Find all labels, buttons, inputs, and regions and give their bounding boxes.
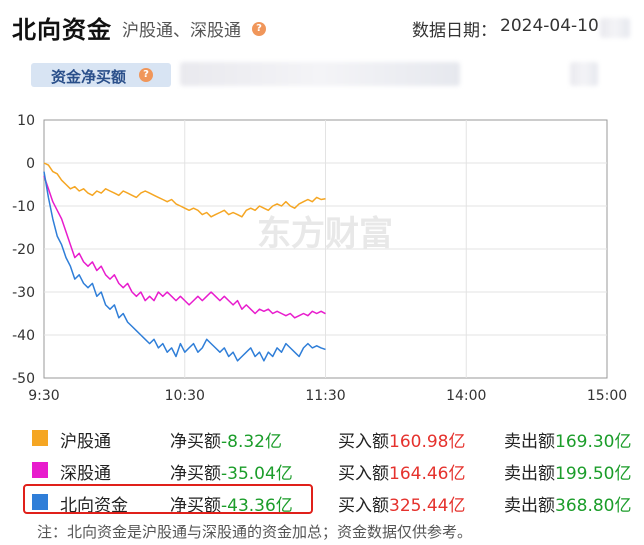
tab-net-buy[interactable]: 资金净买额 ? — [31, 63, 171, 87]
y-tick-label: -30 — [12, 285, 35, 301]
date-value: 2024-04-10 — [500, 16, 599, 36]
sell-label-text: 卖出额 — [504, 496, 555, 516]
sell-label: 卖出额368.80亿 — [504, 491, 631, 516]
net-label-text: 净买额 — [170, 464, 221, 484]
blurred-region — [180, 62, 460, 86]
sell-label-text: 卖出额 — [504, 464, 555, 484]
blurred-region — [600, 18, 630, 38]
x-tick-label: 14:00 — [446, 388, 486, 404]
net-label: 净买额-8.32亿 — [170, 427, 282, 452]
footnote: 注：北向资金是沪股通与深股通的资金加总；资金数据仅供参考。 — [37, 523, 473, 541]
buy-value: 160.98亿 — [389, 432, 466, 452]
buy-label-text: 买入额 — [338, 464, 389, 484]
sell-label-text: 卖出额 — [504, 432, 555, 452]
x-tick-label: 11:30 — [305, 388, 345, 404]
y-tick-label: -40 — [12, 328, 35, 344]
date-label: 数据日期： — [412, 21, 497, 41]
legend-swatch — [32, 430, 48, 446]
sell-value: 169.30亿 — [555, 432, 632, 452]
sell-label: 卖出额169.30亿 — [504, 427, 631, 452]
y-tick-label: -10 — [12, 199, 35, 215]
legend-row: 深股通 净买额-35.04亿 买入额164.46亿 卖出额199.50亿 — [20, 454, 634, 486]
sell-value: 368.80亿 — [555, 496, 632, 516]
chart: 10 0 -10 -20 -30 -40 -50 9:30 10:30 11:30 14:00 15:… — [0, 105, 644, 405]
legend-name: 沪股通 — [60, 432, 111, 452]
help-icon[interactable]: ? — [252, 22, 266, 36]
sell-value: 199.50亿 — [555, 464, 632, 484]
tab-label: 资金净买额 — [51, 68, 127, 86]
buy-label: 买入额160.98亿 — [338, 427, 465, 452]
x-tick-label: 9:30 — [28, 388, 59, 404]
legend-swatch — [32, 462, 48, 478]
y-tick-label: -20 — [12, 242, 35, 258]
blurred-region — [570, 62, 598, 86]
x-tick-label: 15:00 — [587, 388, 627, 404]
help-icon[interactable]: ? — [139, 68, 153, 82]
line-chart: 10 0 -10 -20 -30 -40 -509:30 10:30 11:30 14:00 15:… — [12, 113, 627, 404]
net-value: -35.04亿 — [221, 464, 293, 484]
net-label: 净买额-35.04亿 — [170, 459, 293, 484]
highlight-box — [23, 484, 313, 514]
buy-label-text: 买入额 — [338, 496, 389, 516]
y-tick-label: -50 — [12, 371, 35, 387]
buy-value: 164.46亿 — [389, 464, 466, 484]
buy-label: 买入额164.46亿 — [338, 459, 465, 484]
sell-label: 卖出额199.50亿 — [504, 459, 631, 484]
legend-row: 沪股通 净买额-8.32亿 买入额160.98亿 卖出额169.30亿 — [20, 422, 634, 454]
y-tick-label: 0 — [26, 156, 35, 172]
page-title: 北向资金 — [12, 16, 112, 44]
y-tick-label: 10 — [17, 113, 35, 129]
watermark: 东方财富 — [257, 214, 393, 254]
buy-value: 325.44亿 — [389, 496, 466, 516]
legend-name: 深股通 — [60, 464, 111, 484]
x-tick-label: 10:30 — [165, 388, 205, 404]
buy-label-text: 买入额 — [338, 432, 389, 452]
net-value: -8.32亿 — [221, 432, 282, 452]
net-label-text: 净买额 — [170, 432, 221, 452]
header: 北向资金 沪股通、深股通 ? 数据日期： 2024-04-10 — [0, 0, 644, 52]
subtitle: 沪股通、深股通 — [122, 21, 241, 41]
buy-label: 买入额325.44亿 — [338, 491, 465, 516]
